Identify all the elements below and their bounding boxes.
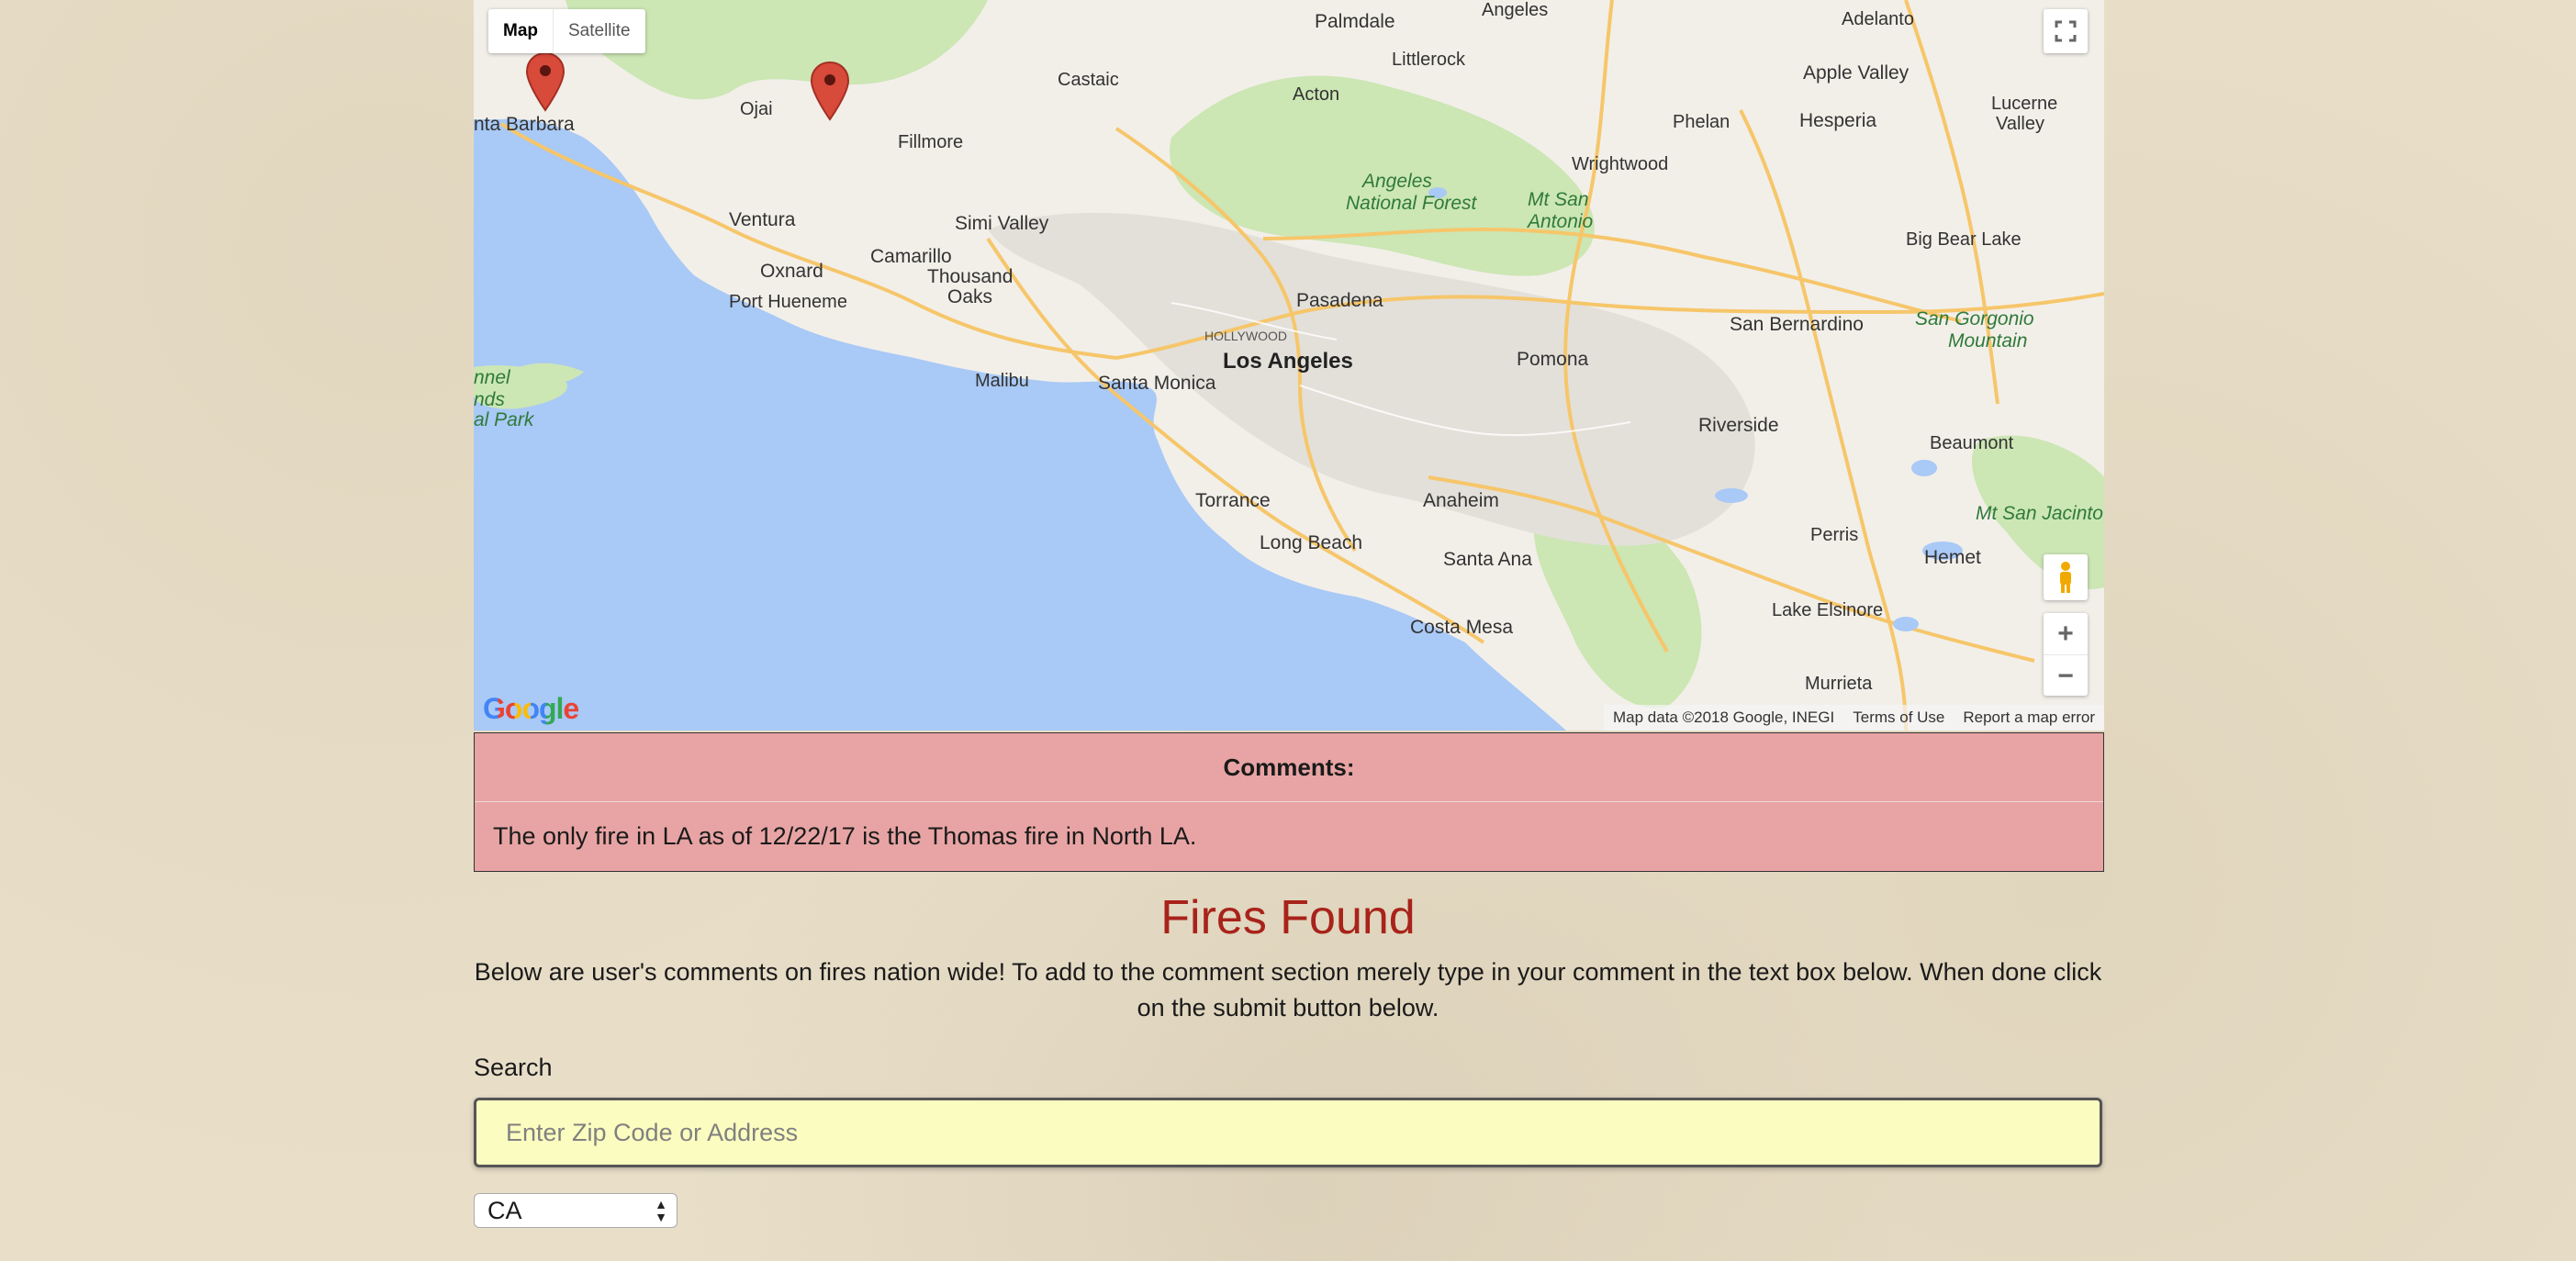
map-label-long-beach: Long Beach (1260, 532, 1363, 553)
map-type-control: Map Satellite (488, 9, 645, 53)
pegman-icon (2060, 562, 2071, 593)
map-label-littlerock: Littlerock (1392, 50, 1466, 70)
map-container[interactable]: Palmdale Angeles Adelanto Littlerock App… (474, 0, 2104, 731)
map-label-angeles-nf-2: National Forest (1346, 193, 1477, 214)
map-label-los-angeles: Los Angeles (1223, 349, 1353, 374)
state-select[interactable]: CA ▲ ▼ (474, 1193, 678, 1228)
map-label-port-hueneme: Port Hueneme (729, 292, 847, 312)
fullscreen-button[interactable] (2044, 9, 2088, 53)
map-label-simi-valley: Simi Valley (955, 213, 1049, 234)
map-label-anaheim: Anaheim (1423, 490, 1499, 511)
map-label-hemet: Hemet (1924, 547, 1981, 568)
map-label-lake-elsinore: Lake Elsinore (1772, 600, 1884, 620)
state-select-value: CA (487, 1197, 522, 1224)
map-label-santa-monica: Santa Monica (1098, 373, 1216, 394)
fire-marker-icon[interactable] (810, 61, 850, 121)
map-label-murrieta: Murrieta (1805, 674, 1873, 694)
zoom-out-button[interactable]: − (2044, 655, 2088, 697)
map-label-palmdale: Palmdale (1315, 11, 1395, 32)
map-label-thousand-oaks-2: Oaks (947, 286, 993, 307)
map-label-san-gorgonio-1: San Gorgonio (1915, 308, 2034, 329)
street-view-pegman-button[interactable] (2044, 554, 2088, 600)
map-label-hesperia: Hesperia (1799, 110, 1877, 131)
map-data-attribution: Map data ©2018 Google, INEGI (1613, 709, 1835, 726)
map-label-adelanto: Adelanto (1842, 9, 1914, 29)
map-label-pomona: Pomona (1517, 349, 1589, 370)
map-label-mt-san-antonio-2: Antonio (1528, 211, 1594, 232)
map-label-san-bernardino: San Bernardino (1730, 314, 1864, 335)
fullscreen-icon (2055, 20, 2077, 42)
map-label-perris: Perris (1810, 525, 1859, 545)
map-label-santa-barbara: nta Barbara (474, 114, 575, 135)
google-logo[interactable]: Google (483, 692, 579, 726)
map-label-phelan: Phelan (1673, 112, 1730, 132)
map-label-fillmore: Fillmore (898, 132, 964, 152)
map-label-channel-3: al Park (474, 409, 534, 430)
zoom-in-button[interactable]: + (2044, 613, 2088, 655)
map-attribution: Map data ©2018 Google, INEGI Terms of Us… (1604, 705, 2104, 731)
map-label-angeles-nf-1: Angeles (1362, 171, 1432, 192)
fires-intro-text: Below are user's comments on fires natio… (474, 958, 2102, 1021)
map-label-malibu: Malibu (975, 371, 1029, 391)
map-label-thousand-oaks-1: Thousand (927, 266, 1014, 287)
zoom-control: + − (2044, 613, 2088, 696)
map-label-wrightwood: Wrightwood (1572, 154, 1669, 174)
map-label-channel-2: nds (474, 389, 505, 410)
map-label-pasadena: Pasadena (1296, 290, 1383, 311)
map-label-big-bear-lake: Big Bear Lake (1906, 229, 2022, 250)
comments-body: The only fire in LA as of 12/22/17 is th… (493, 822, 1197, 850)
map-label-hollywood: HOLLYWOOD (1204, 329, 1287, 343)
comments-panel: Comments: The only fire in LA as of 12/2… (474, 732, 2104, 872)
map-label-castaic: Castaic (1058, 70, 1119, 90)
map-label-ojai: Ojai (740, 99, 773, 119)
map-label-apple-valley: Apple Valley (1803, 62, 1910, 84)
report-map-error-link[interactable]: Report a map error (1954, 709, 2104, 727)
search-input[interactable] (474, 1098, 2102, 1167)
map-type-map-button[interactable]: Map (488, 9, 554, 53)
map-label-torrance: Torrance (1195, 490, 1271, 511)
map-label-beaumont: Beaumont (1930, 433, 2014, 453)
fires-found-title: Fires Found (1160, 891, 1416, 944)
map-label-ventura: Ventura (729, 209, 796, 230)
map-label-riverside: Riverside (1698, 415, 1779, 436)
map-label-angeles-top: Angeles (1482, 0, 1549, 20)
comments-heading: Comments: (475, 733, 2103, 802)
map-label-valley: Valley (1996, 114, 2044, 134)
map-label-mt-san-jacinto: Mt San Jacinto (1976, 503, 2103, 524)
map-label-santa-ana: Santa Ana (1443, 549, 1532, 570)
terms-of-use-link[interactable]: Terms of Use (1843, 709, 1954, 727)
map-type-satellite-button[interactable]: Satellite (554, 9, 645, 53)
select-arrows-icon: ▲ ▼ (655, 1197, 667, 1224)
search-label: Search (474, 1054, 553, 1081)
map-label-mt-san-antonio-1: Mt San (1528, 189, 1589, 210)
map-label-channel-1: nnel (474, 367, 510, 388)
map-label-lucerne: Lucerne (1991, 94, 2058, 114)
fire-marker-icon[interactable] (525, 51, 566, 112)
map-label-costa-mesa: Costa Mesa (1410, 617, 1514, 638)
map-label-oxnard: Oxnard (760, 261, 823, 282)
map-label-san-gorgonio-2: Mountain (1948, 330, 2028, 352)
map-label-acton: Acton (1293, 84, 1340, 105)
map-label-camarillo: Camarillo (870, 246, 952, 267)
google-logo-text: Google (483, 692, 579, 725)
